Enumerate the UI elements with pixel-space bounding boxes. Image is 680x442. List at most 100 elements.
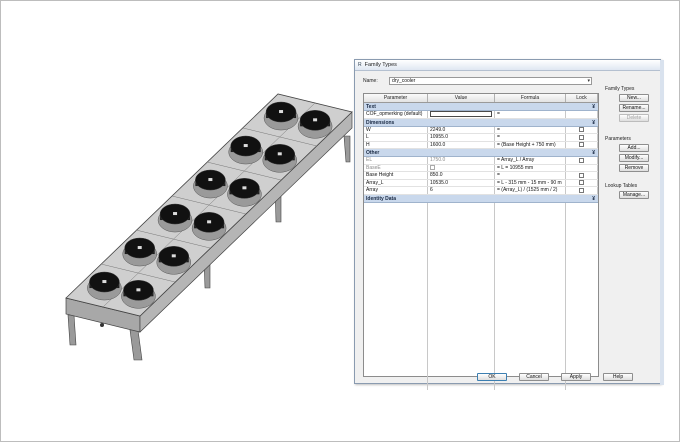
ok-button[interactable]: OK: [477, 373, 507, 381]
grid-empty-area: [364, 202, 598, 390]
family-types-dialog: R Family Types Name: dry_cooler ▾ Parame…: [354, 59, 664, 390]
group-header-dimensions[interactable]: Dimensions ¥: [364, 118, 598, 127]
lookup-tables-section-label: Lookup Tables: [605, 183, 638, 189]
fan-unit: [122, 237, 157, 267]
column-header-parameter[interactable]: Parameter: [364, 94, 428, 102]
table-row[interactable]: EL 1750.0 = Array_L / Array: [364, 157, 598, 165]
column-header-formula[interactable]: Formula: [495, 94, 566, 102]
fan-unit: [262, 144, 298, 173]
lock-checkbox[interactable]: [579, 187, 584, 193]
modify-parameter-button[interactable]: Modify...: [619, 154, 649, 162]
param-value[interactable]: 1600.0: [428, 141, 495, 148]
param-value[interactable]: 6: [428, 187, 495, 194]
table-row[interactable]: BaseE = L = 10955 mm: [364, 164, 598, 172]
table-row[interactable]: H 1600.0 = (Base Height + 750 mm): [364, 141, 598, 149]
lock-cell: [566, 111, 598, 118]
apply-button[interactable]: Apply: [561, 373, 591, 381]
grid-header: Parameter Value Formula Lock: [364, 94, 598, 103]
lock-cell: [566, 172, 598, 179]
side-panel: Family Types New... Rename... Delete Par…: [605, 86, 657, 201]
table-row[interactable]: Array_L 10535.0 = L - 315 mm - 15 mm - 9…: [364, 179, 598, 187]
rename-type-button[interactable]: Rename...: [619, 104, 649, 112]
lock-checkbox[interactable]: [579, 157, 584, 163]
param-formula[interactable]: = (Array_L) / (1525 mm / 2): [495, 187, 566, 194]
name-label: Name:: [363, 78, 378, 84]
param-value-checkbox[interactable]: [428, 164, 495, 171]
collapse-icon[interactable]: ¥: [592, 103, 595, 111]
lock-checkbox[interactable]: [579, 172, 584, 178]
param-formula[interactable]: =: [495, 126, 566, 133]
lock-cell: [566, 179, 598, 186]
column-header-lock[interactable]: Lock: [566, 94, 598, 102]
model-leg: [129, 329, 143, 361]
delete-type-button[interactable]: Delete: [619, 114, 649, 122]
param-name: W: [364, 126, 428, 133]
lock-cell: [566, 187, 598, 194]
collapse-icon[interactable]: ¥: [592, 149, 595, 157]
group-header-identity-data[interactable]: Identity Data ¥: [364, 194, 598, 203]
value-checkbox[interactable]: [430, 164, 435, 170]
add-parameter-button[interactable]: Add...: [619, 144, 649, 152]
lock-cell: [566, 141, 598, 148]
param-name: EL: [364, 157, 428, 164]
param-formula[interactable]: = L = 10955 mm: [495, 164, 566, 171]
lock-checkbox[interactable]: [579, 127, 584, 133]
fan-unit: [227, 178, 262, 207]
fan-unit: [87, 271, 122, 301]
param-formula[interactable]: = Array_L / Array: [495, 157, 566, 164]
new-type-button[interactable]: New...: [619, 94, 649, 102]
param-formula[interactable]: =: [495, 172, 566, 179]
column-header-value[interactable]: Value: [428, 94, 495, 102]
dialog-footer: OK Cancel Apply Help: [477, 373, 633, 381]
param-value[interactable]: 10955.0: [428, 134, 495, 141]
lock-cell: [566, 157, 598, 164]
collapse-icon[interactable]: ¥: [592, 119, 595, 127]
param-name: L: [364, 134, 428, 141]
param-name: BaseE: [364, 164, 428, 171]
help-button[interactable]: Help: [603, 373, 633, 381]
param-name: COF_opmerking (default): [364, 111, 428, 118]
dialog-title: Family Types: [364, 62, 397, 68]
group-header-other[interactable]: Other ¥: [364, 149, 598, 157]
chevron-down-icon: ▾: [587, 78, 590, 84]
param-value[interactable]: 2249.0: [428, 126, 495, 133]
name-row: Name: dry_cooler ▾: [363, 77, 592, 85]
group-header-text[interactable]: Text ¥: [364, 103, 598, 111]
param-formula[interactable]: = (Base Height + 750 mm): [495, 141, 566, 148]
table-row[interactable]: W 2249.0 =: [364, 126, 598, 134]
fan-unit: [157, 203, 193, 233]
lock-checkbox[interactable]: [579, 134, 584, 140]
parameter-grid: Parameter Value Formula Lock Text ¥ COF_…: [363, 93, 599, 390]
param-formula[interactable]: =: [495, 111, 566, 118]
table-row[interactable]: L 10955.0 =: [364, 134, 598, 142]
fan-unit: [121, 280, 156, 309]
param-value-edit[interactable]: [428, 111, 495, 118]
manage-lookup-button[interactable]: Manage...: [619, 191, 649, 199]
group-label: Other: [366, 150, 380, 156]
table-row[interactable]: Array 6 = (Array_L) / (1525 mm / 2): [364, 187, 598, 195]
lock-checkbox[interactable]: [579, 142, 584, 148]
remove-parameter-button[interactable]: Remove: [619, 164, 649, 172]
value-input[interactable]: [430, 111, 492, 117]
fan-unit: [228, 135, 263, 165]
fan-unit: [297, 110, 333, 139]
fan-unit: [263, 101, 299, 131]
window-edge: [660, 60, 664, 385]
name-dropdown[interactable]: dry_cooler ▾: [389, 77, 592, 85]
lock-checkbox[interactable]: [579, 180, 584, 186]
param-value[interactable]: 10535.0: [428, 179, 495, 186]
lock-cell: [566, 134, 598, 141]
app-icon: R: [358, 62, 362, 68]
param-value[interactable]: 850.0: [428, 172, 495, 179]
dialog-titlebar[interactable]: R Family Types: [355, 60, 660, 71]
group-label: Text: [366, 104, 376, 110]
name-value: dry_cooler: [392, 78, 416, 84]
table-row[interactable]: Base Height 850.0 =: [364, 172, 598, 180]
collapse-icon[interactable]: ¥: [592, 195, 595, 203]
table-row[interactable]: COF_opmerking (default) =: [364, 111, 598, 119]
param-formula[interactable]: =: [495, 134, 566, 141]
cancel-button[interactable]: Cancel: [519, 373, 549, 381]
fan-unit: [193, 169, 228, 199]
param-formula[interactable]: = L - 315 mm - 15 mm - 90 m: [495, 179, 566, 186]
dry-cooler-model[interactable]: [30, 70, 360, 390]
